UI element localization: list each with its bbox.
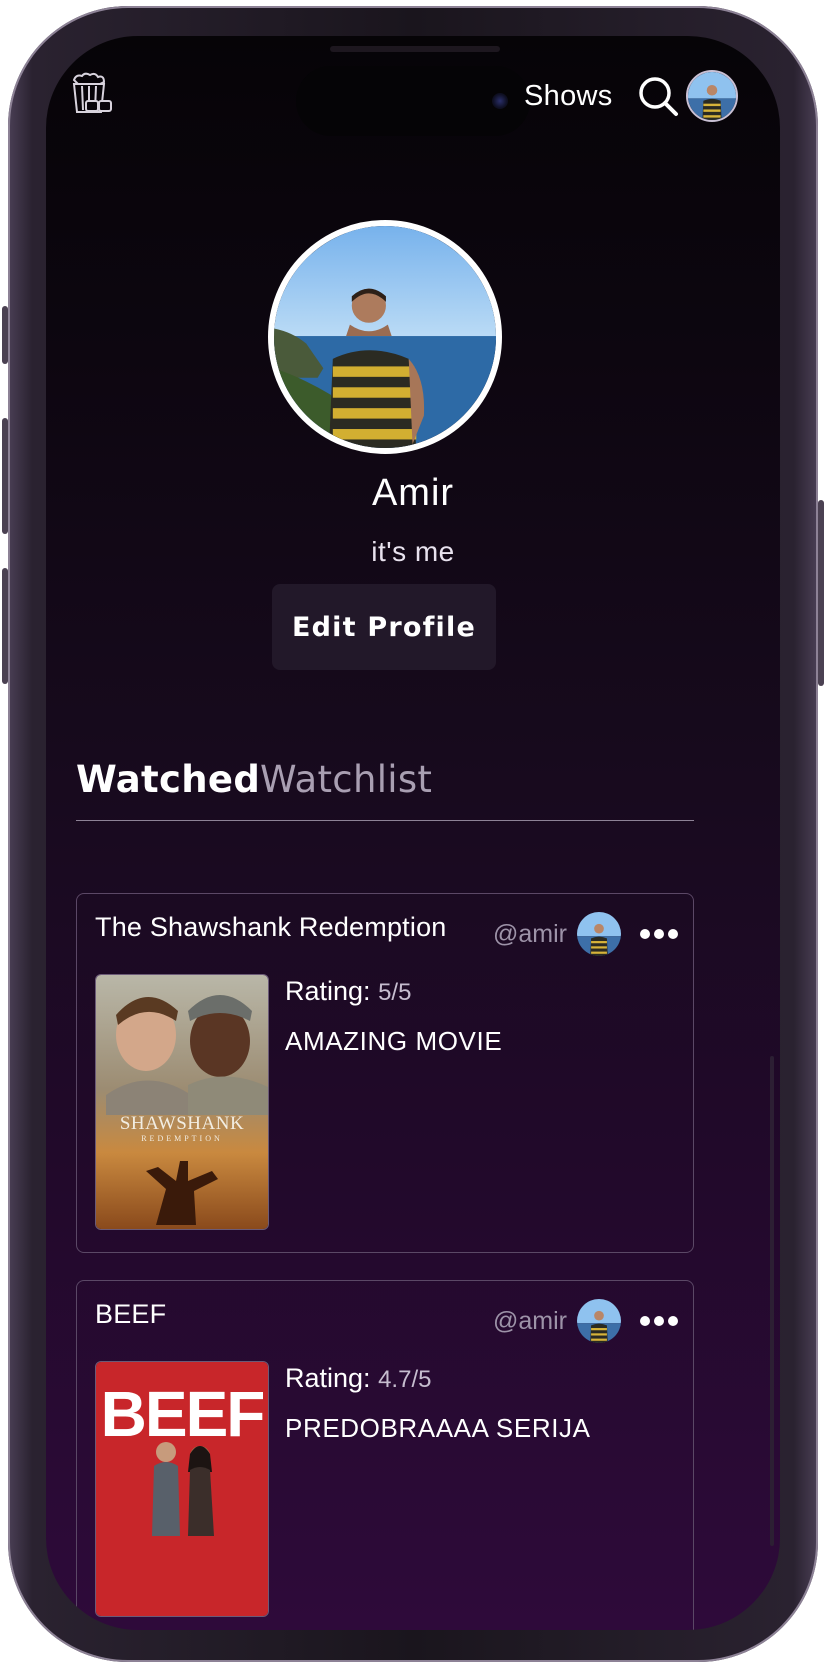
profile-name: Amir (371, 472, 455, 514)
review-username[interactable]: @amir (493, 920, 567, 949)
scrollbar[interactable] (770, 1056, 774, 1546)
review-text: AMAZING MOVIE (285, 1026, 503, 1056)
more-options-icon[interactable] (639, 922, 679, 946)
side-button-action (2, 306, 8, 364)
tab-watched[interactable]: Watched (76, 758, 260, 801)
more-options-icon[interactable] (639, 1309, 679, 1333)
review-text: PREDOBRAAAA SERIJA (285, 1413, 591, 1443)
popcorn-3d-glasses-icon[interactable] (68, 72, 114, 118)
tab-watchlist[interactable]: Watchlist (260, 758, 432, 801)
rating-value: 4.7/5 (378, 1366, 432, 1393)
nav-avatar[interactable] (686, 70, 738, 122)
camera-icon (492, 93, 508, 109)
profile-avatar (268, 220, 502, 454)
rating-label: Rating: (285, 976, 371, 1006)
profile-tabs: Watched Watchlist (76, 758, 696, 822)
review-card: The Shawshank Redemption @amir SHAWSHANK… (76, 893, 694, 1253)
profile-bio: it's me (371, 536, 455, 567)
side-button-volume-up (2, 418, 8, 534)
speaker-grille (330, 46, 500, 52)
movie-poster[interactable]: SHAWSHANK REDEMPTION (95, 974, 269, 1230)
tabs-divider (76, 820, 694, 821)
rating-label: Rating: (285, 1363, 371, 1393)
poster-title-text: SHAWSHANK (120, 1113, 244, 1134)
poster-title-text: BEEF (101, 1378, 264, 1450)
review-title[interactable]: BEEF (95, 1299, 166, 1330)
app-screen: Shows Amir it's me Edit Profile Watched … (46, 36, 780, 1630)
review-card: BEEF @amir BEEF Rating: 4.7/5 PREDOBRAAA… (76, 1280, 694, 1630)
side-button-power (818, 500, 824, 686)
poster-subtitle-text: REDEMPTION (141, 1134, 223, 1143)
rating-value: 5/5 (378, 979, 412, 1006)
rating-row: Rating: 4.7/5 (285, 1363, 431, 1394)
review-title[interactable]: The Shawshank Redemption (95, 912, 447, 943)
review-user-avatar[interactable] (577, 1299, 621, 1343)
review-username[interactable]: @amir (493, 1307, 567, 1336)
nav-shows-link[interactable]: Shows (524, 80, 613, 113)
rating-row: Rating: 5/5 (285, 976, 411, 1007)
dynamic-island (296, 66, 530, 136)
side-button-volume-down (2, 568, 8, 684)
edit-profile-button[interactable]: Edit Profile (272, 584, 496, 670)
search-icon[interactable] (636, 74, 680, 118)
movie-poster[interactable]: BEEF (95, 1361, 269, 1617)
review-user-avatar[interactable] (577, 912, 621, 956)
